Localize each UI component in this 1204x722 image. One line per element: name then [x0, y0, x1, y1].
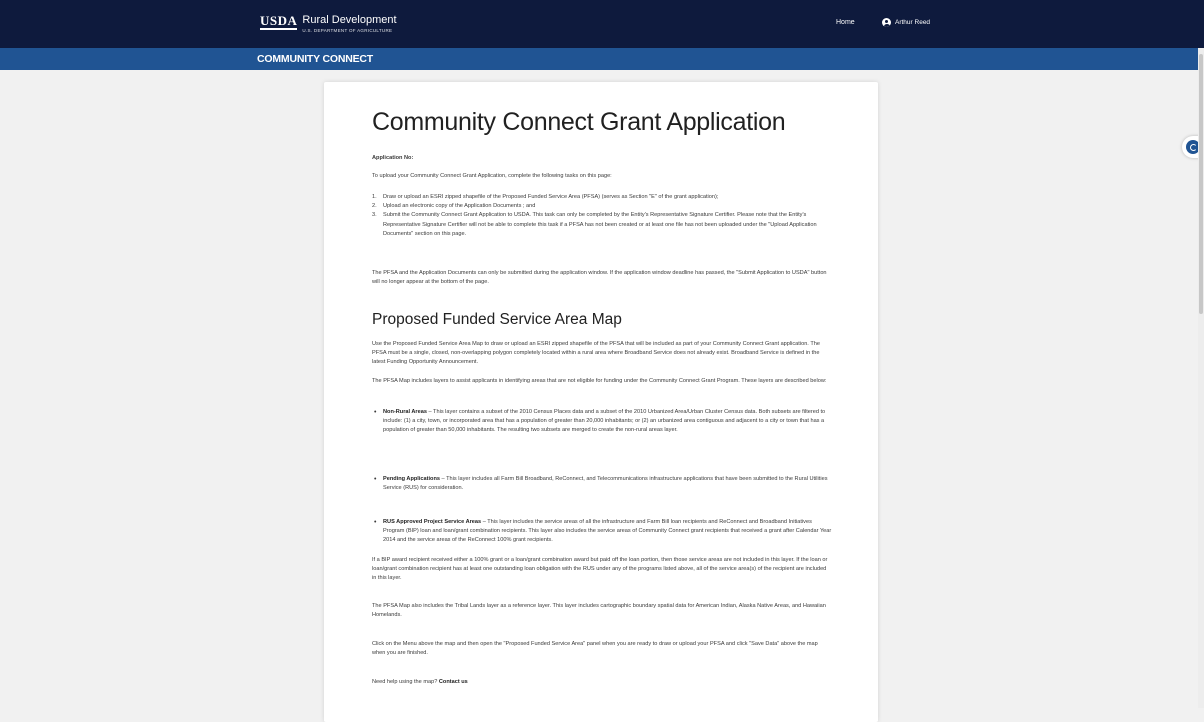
task-list: 1. Draw or upload an ESRI zipped shapefil… — [372, 193, 832, 239]
help-line: Need help using the map? Contact us — [372, 678, 832, 687]
logo-title: Rural Development — [302, 14, 397, 26]
task-item: 3. Submit the Community Connect Grant App… — [372, 211, 832, 239]
task-text: Draw or upload an ESRI zipped shapefile … — [383, 194, 719, 200]
task-text: Upload an electronic copy of the Applica… — [383, 203, 536, 210]
program-title: COMMUNITY CONNECT — [257, 53, 373, 65]
tribal-note: The PFSA Map also includes the Tribal La… — [372, 603, 826, 619]
bullet-dot: • — [374, 409, 377, 416]
scrollbar-thumb[interactable] — [1199, 54, 1203, 314]
map-heading: Proposed Funded Service Area Map — [372, 311, 622, 328]
user-name: Arthur Reed — [895, 19, 931, 26]
task-text: Submit the Community Connect Grant Appli… — [383, 212, 817, 237]
window-note: The PFSA and the Application Documents c… — [372, 270, 827, 286]
program-bar: COMMUNITY CONNECT — [0, 48, 1204, 70]
top-navigation-bar: USDA Rural Development U.S. DEPARTMENT O… — [0, 0, 1204, 48]
layer-term: Pending Applications — [383, 476, 440, 482]
task-item: 1. Draw or upload an ESRI zipped shapefil… — [372, 193, 832, 202]
map-intro: Use the Proposed Funded Service Area Map… — [372, 341, 820, 366]
nav-home-link[interactable]: Home — [836, 19, 855, 26]
application-no-label: Application No: — [372, 155, 414, 161]
page-title: Community Connect Grant Application — [372, 108, 786, 136]
layer-term: Non-Rural Areas — [383, 409, 427, 415]
intro-text: To upload your Community Connect Grant A… — [372, 173, 612, 179]
layer-description: – This layer contains a subset of the 20… — [383, 409, 826, 434]
application-card: Community Connect Grant Application Appl… — [324, 82, 878, 722]
help-text: Need help using the map? — [372, 679, 438, 685]
bullet-dot: • — [374, 519, 377, 526]
task-number: 1. — [372, 194, 377, 200]
layer-item-non-rural: • Non-Rural Areas – This layer contains a… — [372, 408, 832, 436]
logo-agency: USDA — [260, 13, 298, 30]
logo-text: Rural Development U.S. DEPARTMENT OF AGR… — [302, 14, 397, 34]
task-number: 3. — [372, 212, 377, 219]
task-number: 2. — [372, 203, 377, 210]
layer-item-rus-approved: • RUS Approved Project Service Areas – Th… — [372, 518, 832, 546]
bip-note: If a BIP award recipient received either… — [372, 557, 828, 582]
task-item: 2. Upload an electronic copy of the Appli… — [372, 202, 832, 211]
bullet-dot: • — [374, 476, 377, 483]
user-menu[interactable]: Arthur Reed — [882, 18, 930, 27]
layer-item-pending: • Pending Applications – This layer inclu… — [372, 475, 832, 493]
usda-rd-logo[interactable]: USDA Rural Development U.S. DEPARTMENT O… — [260, 13, 397, 34]
menu-note: Click on the Menu above the map and then… — [372, 641, 818, 657]
map-layers-intro: The PFSA Map includes layers to assist a… — [372, 378, 827, 384]
contact-us-link[interactable]: Contact us — [439, 679, 468, 685]
layer-description: – This layer includes all Farm Bill Broa… — [383, 476, 828, 492]
logo-subtitle: U.S. DEPARTMENT OF AGRICULTURE — [302, 28, 393, 33]
layer-term: RUS Approved Project Service Areas — [383, 519, 482, 525]
user-avatar-icon — [882, 18, 891, 27]
